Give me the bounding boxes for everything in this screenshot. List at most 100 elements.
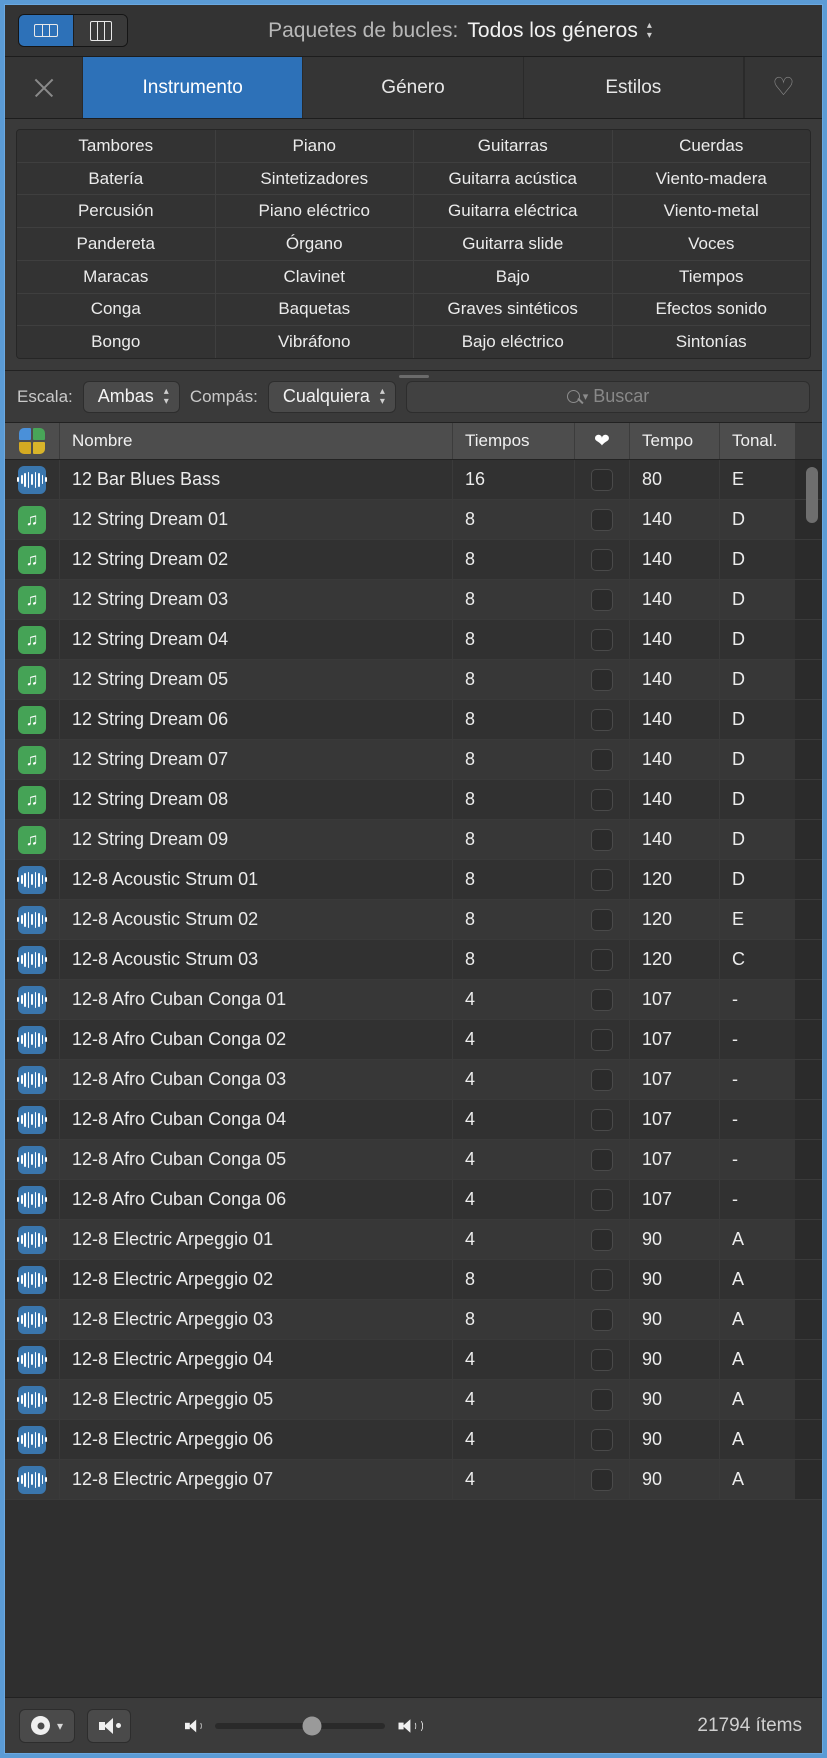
loop-favorite-cell[interactable] (575, 1180, 630, 1219)
category-cell[interactable]: Pandereta (17, 228, 216, 260)
tab-instrumento[interactable]: Instrumento (83, 57, 303, 118)
loop-name-cell[interactable]: 12-8 Electric Arpeggio 04 (60, 1340, 453, 1379)
favorite-checkbox[interactable] (591, 629, 613, 651)
favorite-checkbox[interactable] (591, 709, 613, 731)
loop-type-cell[interactable] (5, 1380, 60, 1419)
table-row[interactable]: ♫12 String Dream 098140D (5, 820, 822, 860)
category-cell[interactable]: Tambores (17, 130, 216, 162)
category-cell[interactable]: Guitarra acústica (414, 163, 613, 195)
loop-name-cell[interactable]: 12-8 Electric Arpeggio 03 (60, 1300, 453, 1339)
category-cell[interactable]: Graves sintéticos (414, 294, 613, 326)
loop-type-cell[interactable] (5, 1140, 60, 1179)
loop-name-cell[interactable]: 12-8 Electric Arpeggio 05 (60, 1380, 453, 1419)
loop-type-cell[interactable] (5, 1260, 60, 1299)
scale-dropdown[interactable]: Ambas ▴▾ (83, 381, 180, 413)
volume-slider-thumb[interactable] (302, 1716, 321, 1735)
table-row[interactable]: 12 Bar Blues Bass1680E (5, 460, 822, 500)
button-view-toggle[interactable] (19, 15, 73, 46)
table-row[interactable]: 12-8 Acoustic Strum 038120C (5, 940, 822, 980)
table-row[interactable]: 12-8 Electric Arpeggio 04490A (5, 1340, 822, 1380)
favorite-checkbox[interactable] (591, 1029, 613, 1051)
favorite-checkbox[interactable] (591, 1189, 613, 1211)
loop-name-cell[interactable]: 12-8 Electric Arpeggio 01 (60, 1220, 453, 1259)
loop-type-cell[interactable]: ♫ (5, 500, 60, 539)
category-cell[interactable]: Baquetas (216, 294, 415, 326)
loop-name-cell[interactable]: 12 String Dream 02 (60, 540, 453, 579)
table-row[interactable]: ♫12 String Dream 028140D (5, 540, 822, 580)
loop-favorite-cell[interactable] (575, 1420, 630, 1459)
category-cell[interactable]: Percusión (17, 195, 216, 227)
loop-name-cell[interactable]: 12-8 Afro Cuban Conga 05 (60, 1140, 453, 1179)
loop-type-cell[interactable] (5, 1100, 60, 1139)
loop-favorite-cell[interactable] (575, 1380, 630, 1419)
loop-type-cell[interactable] (5, 900, 60, 939)
table-row[interactable]: 12-8 Afro Cuban Conga 014107- (5, 980, 822, 1020)
category-cell[interactable]: Piano eléctrico (216, 195, 415, 227)
loop-type-cell[interactable] (5, 1020, 60, 1059)
column-header-icon[interactable] (5, 423, 60, 459)
loop-name-cell[interactable]: 12-8 Afro Cuban Conga 04 (60, 1100, 453, 1139)
volume-slider[interactable] (215, 1723, 385, 1729)
resize-grabber[interactable] (399, 375, 429, 378)
favorite-checkbox[interactable] (591, 949, 613, 971)
preview-playback-button[interactable] (87, 1709, 131, 1743)
table-row[interactable]: 12-8 Afro Cuban Conga 064107- (5, 1180, 822, 1220)
category-cell[interactable]: Bajo eléctrico (414, 326, 613, 358)
loop-favorite-cell[interactable] (575, 1100, 630, 1139)
loop-name-cell[interactable]: 12 String Dream 08 (60, 780, 453, 819)
table-row[interactable]: 12-8 Electric Arpeggio 07490A (5, 1460, 822, 1500)
loop-type-cell[interactable] (5, 1180, 60, 1219)
column-header-beats[interactable]: Tiempos (453, 423, 575, 459)
loop-favorite-cell[interactable] (575, 1260, 630, 1299)
loop-favorite-cell[interactable] (575, 660, 630, 699)
loop-type-cell[interactable]: ♫ (5, 780, 60, 819)
loop-name-cell[interactable]: 12-8 Afro Cuban Conga 06 (60, 1180, 453, 1219)
clear-filters-button[interactable] (5, 57, 83, 118)
table-row[interactable]: 12-8 Afro Cuban Conga 034107- (5, 1060, 822, 1100)
loop-name-cell[interactable]: 12-8 Acoustic Strum 02 (60, 900, 453, 939)
favorite-checkbox[interactable] (591, 1309, 613, 1331)
table-row[interactable]: 12-8 Acoustic Strum 018120D (5, 860, 822, 900)
category-cell[interactable]: Conga (17, 294, 216, 326)
view-mode-segmented-control[interactable] (18, 14, 128, 47)
category-cell[interactable]: Órgano (216, 228, 415, 260)
loop-name-cell[interactable]: 12 String Dream 03 (60, 580, 453, 619)
loop-name-cell[interactable]: 12 String Dream 09 (60, 820, 453, 859)
loop-name-cell[interactable]: 12-8 Acoustic Strum 01 (60, 860, 453, 899)
favorite-checkbox[interactable] (591, 1429, 613, 1451)
loop-favorite-cell[interactable] (575, 780, 630, 819)
search-input[interactable]: ▾ Buscar (406, 381, 810, 413)
table-row[interactable]: 12-8 Electric Arpeggio 06490A (5, 1420, 822, 1460)
category-cell[interactable]: Guitarra slide (414, 228, 613, 260)
category-cell[interactable]: Tiempos (613, 261, 811, 293)
category-cell[interactable]: Cuerdas (613, 130, 811, 162)
loop-favorite-cell[interactable] (575, 860, 630, 899)
favorite-checkbox[interactable] (591, 1229, 613, 1251)
favorite-checkbox[interactable] (591, 909, 613, 931)
favorite-checkbox[interactable] (591, 1349, 613, 1371)
loop-name-cell[interactable]: 12-8 Afro Cuban Conga 01 (60, 980, 453, 1019)
favorite-checkbox[interactable] (591, 589, 613, 611)
table-row[interactable]: 12-8 Afro Cuban Conga 044107- (5, 1100, 822, 1140)
loop-name-cell[interactable]: 12 String Dream 01 (60, 500, 453, 539)
loop-favorite-cell[interactable] (575, 700, 630, 739)
favorite-checkbox[interactable] (591, 549, 613, 571)
column-header-name[interactable]: Nombre (60, 423, 453, 459)
loop-favorite-cell[interactable] (575, 1140, 630, 1179)
table-row[interactable]: 12-8 Electric Arpeggio 01490A (5, 1220, 822, 1260)
loop-favorite-cell[interactable] (575, 1340, 630, 1379)
loop-name-cell[interactable]: 12-8 Acoustic Strum 03 (60, 940, 453, 979)
loop-name-cell[interactable]: 12 String Dream 05 (60, 660, 453, 699)
column-header-key[interactable]: Tonal. (720, 423, 795, 459)
table-row[interactable]: ♫12 String Dream 048140D (5, 620, 822, 660)
favorite-checkbox[interactable] (591, 1069, 613, 1091)
table-row[interactable]: ♫12 String Dream 038140D (5, 580, 822, 620)
category-cell[interactable]: Piano (216, 130, 415, 162)
loop-type-cell[interactable]: ♫ (5, 540, 60, 579)
favorite-checkbox[interactable] (591, 509, 613, 531)
loop-favorite-cell[interactable] (575, 580, 630, 619)
loop-pack-selector[interactable]: Paquetes de bucles: Todos los géneros ▴▾ (128, 19, 822, 43)
loop-type-cell[interactable]: ♫ (5, 700, 60, 739)
column-header-favorite[interactable]: ❤ (575, 423, 630, 459)
category-cell[interactable]: Batería (17, 163, 216, 195)
